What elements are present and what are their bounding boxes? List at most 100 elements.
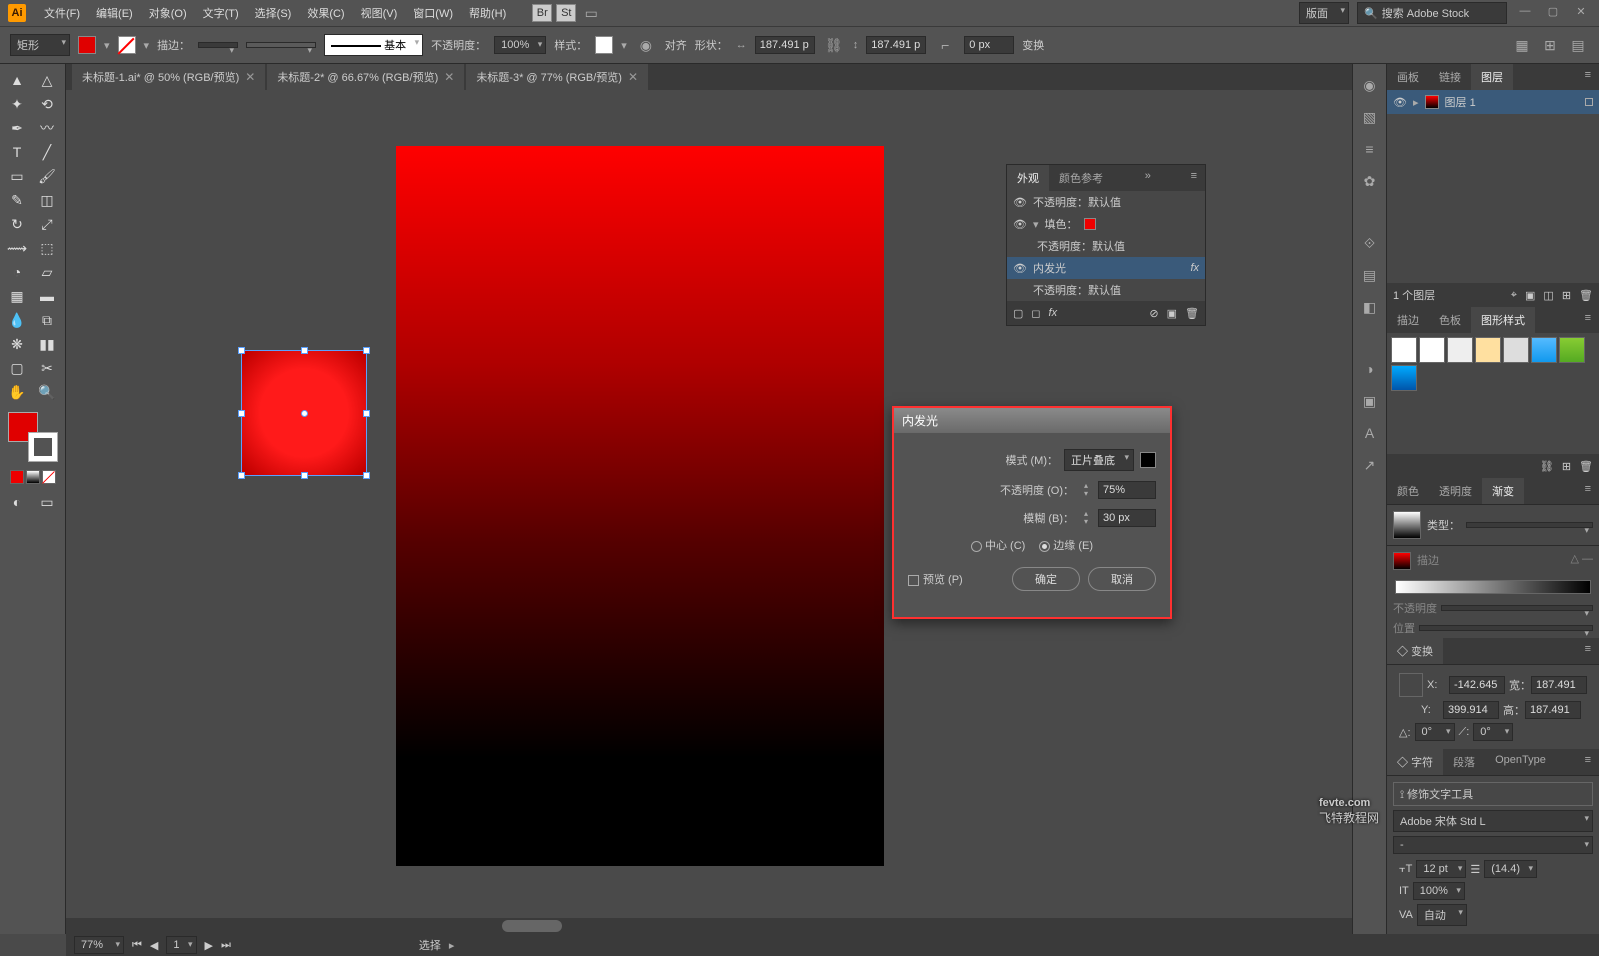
transparency-icon[interactable]: ◧: [1359, 296, 1381, 318]
menu-type[interactable]: 文字(T): [197, 2, 245, 24]
tab-graphic-styles[interactable]: 图形样式: [1471, 307, 1535, 333]
preview-checkbox[interactable]: 预览 (P): [908, 571, 963, 587]
doc-tab-3[interactable]: 未标题-3* @ 77% (RGB/预览)✕: [466, 64, 648, 90]
next-page-icon[interactable]: ▶: [205, 939, 213, 952]
shaper-tool[interactable]: ✎: [2, 188, 32, 212]
fill-swatch[interactable]: [78, 36, 96, 54]
font-size[interactable]: 12 pt: [1416, 860, 1466, 878]
menu-help[interactable]: 帮助(H): [463, 2, 512, 24]
hand-tool[interactable]: ✋: [2, 380, 32, 404]
bridge-icon[interactable]: Br: [532, 4, 552, 22]
symbols-icon[interactable]: ✿: [1359, 170, 1381, 192]
lasso-tool[interactable]: ⟲: [32, 92, 62, 116]
workspace-switcher[interactable]: 版面: [1299, 2, 1349, 24]
new-layer-icon[interactable]: ⊞: [1562, 289, 1571, 302]
spinner-icon[interactable]: ▴▾: [1080, 510, 1092, 526]
panel-menu-icon[interactable]: ▤: [1567, 34, 1589, 56]
shape-type[interactable]: 矩形: [10, 34, 70, 56]
zoom-select[interactable]: 77%: [74, 936, 124, 954]
corner-icon[interactable]: ⌐: [934, 34, 956, 56]
clear-icon[interactable]: ⊘: [1149, 307, 1158, 320]
menu-select[interactable]: 选择(S): [249, 2, 298, 24]
rotate-input[interactable]: 0°: [1415, 723, 1455, 741]
menu-window[interactable]: 窗口(W): [407, 2, 459, 24]
width-input[interactable]: [755, 36, 815, 54]
panel-collapse[interactable]: »: [1137, 165, 1159, 191]
blend-mode-select[interactable]: 正片叠底: [1064, 449, 1134, 471]
duplicate-icon[interactable]: ▣: [1167, 307, 1177, 320]
tab-swatches[interactable]: 色板: [1429, 307, 1471, 333]
trash-icon[interactable]: 🗑: [1579, 289, 1593, 302]
gradient-slider[interactable]: [1395, 580, 1591, 594]
tab-stroke[interactable]: 描边: [1387, 307, 1429, 333]
draw-mode[interactable]: ◐: [2, 490, 32, 514]
fill-stroke-selector[interactable]: [8, 412, 58, 462]
tab-layers[interactable]: 图层: [1471, 64, 1513, 90]
new-stroke-icon[interactable]: ◻: [1031, 307, 1040, 320]
fx-icon[interactable]: fx: [1049, 307, 1058, 319]
pen-tool[interactable]: ✒: [2, 116, 32, 140]
new-sublayer-icon[interactable]: ◫: [1543, 289, 1553, 302]
menu-edit[interactable]: 编辑(E): [90, 2, 139, 24]
brush-tool[interactable]: 🖌: [32, 164, 62, 188]
magic-wand-tool[interactable]: ✦: [2, 92, 32, 116]
ok-button[interactable]: 确定: [1012, 567, 1080, 591]
direct-select-tool[interactable]: △: [32, 68, 62, 92]
tab-color-guide[interactable]: 颜色参考: [1049, 165, 1113, 191]
type-tool[interactable]: T: [2, 140, 32, 164]
shear-input[interactable]: 0°: [1473, 723, 1513, 741]
opacity-value[interactable]: 100%: [494, 36, 546, 54]
window-minimize[interactable]: —: [1515, 5, 1535, 21]
eyedropper-tool[interactable]: 💧: [2, 308, 32, 332]
scale-tool[interactable]: ⤢: [32, 212, 62, 236]
eraser-tool[interactable]: ◫: [32, 188, 62, 212]
tracking[interactable]: 自动: [1417, 904, 1467, 926]
opacity-input[interactable]: [1098, 481, 1156, 499]
gradient-type-select[interactable]: [1466, 522, 1593, 528]
edge-radio[interactable]: 边缘 (E): [1039, 537, 1093, 553]
font-style-select[interactable]: -: [1393, 836, 1593, 854]
curvature-tool[interactable]: 〰: [32, 116, 62, 140]
h-scrollbar[interactable]: [66, 918, 1352, 934]
locate-icon[interactable]: ⌖: [1511, 289, 1517, 302]
graph-tool[interactable]: ▮▮: [32, 332, 62, 356]
eye-icon[interactable]: 👁: [1013, 218, 1027, 231]
gradient-tool[interactable]: ▬: [32, 284, 62, 308]
shape-builder-tool[interactable]: ◔: [2, 260, 32, 284]
canvas[interactable]: 外观 颜色参考 » ≡ 👁不透明度：默认值 👁▾ 填色： 不透明度：默认值 👁内…: [66, 90, 1352, 918]
swatches-icon[interactable]: ▧: [1359, 106, 1381, 128]
w-input[interactable]: [1531, 676, 1587, 694]
menu-object[interactable]: 对象(O): [143, 2, 193, 24]
line-tool[interactable]: ╱: [32, 140, 62, 164]
panel-menu[interactable]: ≡: [1577, 64, 1599, 90]
appearance-icon[interactable]: ◑: [1359, 358, 1381, 380]
height-input[interactable]: [866, 36, 926, 54]
screen-mode[interactable]: ▭: [32, 490, 62, 514]
tab-transform[interactable]: ◇ 变换: [1387, 638, 1443, 664]
touch-type-btn[interactable]: ⟟ 修饰文字工具: [1393, 782, 1593, 806]
mesh-tool[interactable]: ▦: [2, 284, 32, 308]
tab-opentype[interactable]: OpenType: [1485, 749, 1556, 775]
prefs-icon[interactable]: ⊞: [1539, 34, 1561, 56]
spinner-icon[interactable]: ▴▾: [1080, 482, 1092, 498]
color-icon[interactable]: ◉: [1359, 74, 1381, 96]
center-radio[interactable]: 中心 (C): [971, 537, 1025, 553]
gradient-icon[interactable]: ▤: [1359, 264, 1381, 286]
leading[interactable]: (14.4): [1484, 860, 1537, 878]
ref-point[interactable]: [1399, 673, 1423, 697]
grad-fill-swatch[interactable]: [1393, 552, 1411, 570]
doc-setup-icon[interactable]: ▦: [1511, 34, 1533, 56]
font-family-select[interactable]: Adobe 宋体 Std L: [1393, 810, 1593, 832]
close-icon[interactable]: ✕: [245, 70, 255, 84]
doc-tab-1[interactable]: 未标题-1.ai* @ 50% (RGB/预览)✕: [72, 64, 265, 90]
prev-page-icon[interactable]: ◀: [150, 939, 158, 952]
close-icon[interactable]: ✕: [628, 70, 638, 84]
trash-icon[interactable]: 🗑: [1185, 307, 1199, 320]
graphic-style[interactable]: [595, 36, 613, 54]
var-width[interactable]: [246, 42, 316, 48]
layer-row[interactable]: 👁 ▸ 图层 1: [1387, 90, 1599, 114]
selection-tool[interactable]: ▲: [2, 68, 32, 92]
break-link-icon[interactable]: ⛓: [1540, 460, 1554, 473]
tab-transparency[interactable]: 透明度: [1429, 478, 1482, 504]
eye-icon[interactable]: 👁: [1013, 196, 1027, 209]
